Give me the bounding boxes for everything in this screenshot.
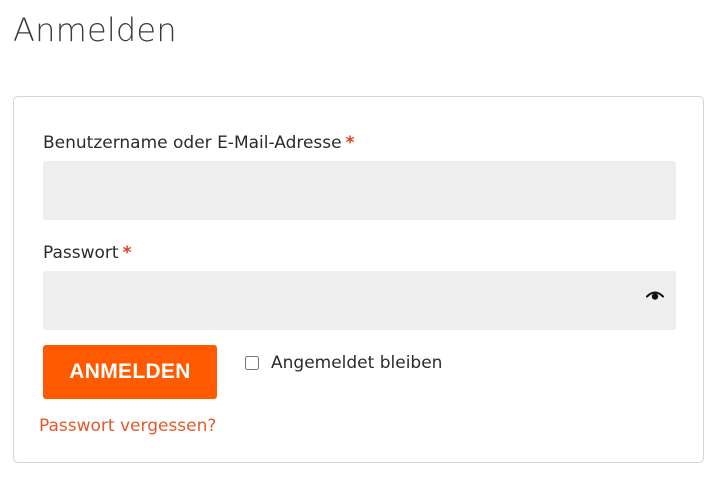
show-password-toggle[interactable] <box>644 288 666 302</box>
remember-me-row: Angemeldet bleiben <box>245 352 442 374</box>
required-indicator: * <box>345 133 355 153</box>
remember-me-checkbox[interactable] <box>245 356 259 370</box>
password-label: Passwort * <box>43 242 131 264</box>
page-title: Anmelden <box>13 11 177 49</box>
lost-password-link[interactable]: Passwort vergessen? <box>39 415 216 437</box>
username-label-text: Benutzername oder E-Mail-Adresse <box>43 133 342 153</box>
login-submit-button[interactable]: ANMELDEN <box>43 345 217 399</box>
required-indicator: * <box>122 243 132 263</box>
password-label-text: Passwort <box>43 243 119 263</box>
remember-me-label[interactable]: Angemeldet bleiben <box>271 352 442 374</box>
login-form: Benutzername oder E-Mail-Adresse * Passwo… <box>13 96 704 463</box>
password-input[interactable] <box>43 271 676 330</box>
username-input[interactable] <box>43 161 676 220</box>
eye-icon <box>646 291 664 300</box>
username-label: Benutzername oder E-Mail-Adresse * <box>43 132 355 154</box>
